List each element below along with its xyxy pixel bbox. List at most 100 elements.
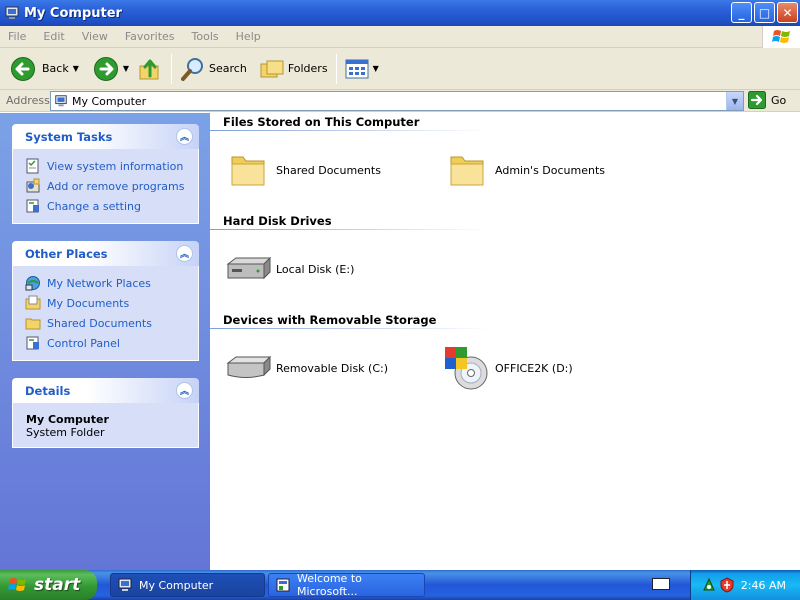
folders-label: Folders xyxy=(287,62,328,75)
task-label: View system information xyxy=(47,159,184,173)
menu-tools[interactable]: Tools xyxy=(184,30,228,43)
details-panel: Details ︽ My Computer System Folder xyxy=(12,378,199,448)
drive-local-disk-e[interactable]: Local Disk (E:) xyxy=(224,247,354,291)
views-button[interactable]: ▼ xyxy=(341,51,383,87)
system-tasks-title: System Tasks xyxy=(25,129,113,144)
network-places-icon xyxy=(25,276,40,291)
system-information-icon xyxy=(26,158,39,174)
keyboard-icon[interactable] xyxy=(652,578,670,590)
add-remove-programs-icon xyxy=(26,178,40,193)
system-tasks-panel: System Tasks ︽ View system information A… xyxy=(12,124,199,224)
shared-folder-icon xyxy=(25,318,41,330)
taskbar-button-label: My Computer xyxy=(139,578,214,592)
menu-view[interactable]: View xyxy=(74,30,117,43)
task-view-system-information[interactable]: View system information xyxy=(25,156,198,176)
search-label: Search xyxy=(209,62,247,75)
place-label: My Documents xyxy=(47,296,130,310)
folder-admins-documents[interactable]: Admin's Documents xyxy=(443,148,605,192)
search-button[interactable]: Search xyxy=(176,51,251,87)
place-my-network-places[interactable]: My Network Places xyxy=(25,273,198,293)
group-divider xyxy=(210,229,490,230)
back-arrow-icon xyxy=(11,56,35,81)
address-label: Address xyxy=(6,94,50,107)
windows-logo-icon xyxy=(762,26,800,48)
taskbar-button-label: Welcome to Microsoft... xyxy=(297,572,362,598)
network-icon[interactable] xyxy=(701,577,717,593)
details-header[interactable]: Details ︽ xyxy=(12,378,199,403)
maximize-button[interactable]: □ xyxy=(754,2,775,23)
collapse-icon[interactable]: ︽ xyxy=(176,245,193,262)
go-button[interactable]: Go xyxy=(748,91,786,109)
other-places-header[interactable]: Other Places ︽ xyxy=(12,241,199,266)
task-pane: System Tasks ︽ View system information A… xyxy=(0,113,210,570)
system-tasks-header[interactable]: System Tasks ︽ xyxy=(12,124,199,149)
folders-button[interactable]: Folders xyxy=(255,51,332,87)
address-field[interactable]: My Computer ▼ xyxy=(50,91,744,111)
back-dropdown-icon[interactable]: ▼ xyxy=(73,64,79,73)
address-value: My Computer xyxy=(72,94,147,108)
details-title: Details xyxy=(25,383,71,398)
minimize-button[interactable]: _ xyxy=(731,2,752,23)
clock[interactable]: 2:46 AM xyxy=(741,579,786,592)
content-pane: Files Stored on This Computer Shared Doc… xyxy=(210,113,800,570)
control-panel-icon xyxy=(26,336,39,350)
security-shield-icon[interactable] xyxy=(719,577,735,593)
windows-logo-icon xyxy=(8,578,26,591)
toolbar-separator xyxy=(171,53,173,84)
views-dropdown-icon[interactable]: ▼ xyxy=(373,64,379,73)
group-divider xyxy=(210,130,490,131)
control-panel-icon xyxy=(26,199,39,213)
drive-removable-disk-c[interactable]: Removable Disk (C:) xyxy=(224,346,388,390)
system-tray: 2:46 AM xyxy=(690,570,800,600)
menu-help[interactable]: Help xyxy=(228,30,270,43)
my-documents-icon xyxy=(25,295,41,310)
task-label: Change a setting xyxy=(47,199,141,213)
taskbar-button-welcome[interactable]: Welcome to Microsoft... xyxy=(268,572,425,598)
item-label: Local Disk (E:) xyxy=(276,262,355,276)
task-add-remove-programs[interactable]: Add or remove programs xyxy=(25,176,198,196)
my-computer-icon xyxy=(5,6,19,19)
start-button[interactable]: start xyxy=(0,570,97,600)
up-folder-icon xyxy=(139,59,159,79)
toolbar: Back ▼ ▼ Search Folders ▼ xyxy=(0,48,800,90)
item-label: Removable Disk (C:) xyxy=(276,361,389,375)
folders-icon xyxy=(260,60,284,77)
collapse-icon[interactable]: ︽ xyxy=(176,382,193,399)
item-label: OFFICE2K (D:) xyxy=(495,361,573,375)
folder-icon xyxy=(450,156,484,186)
hard-disk-icon xyxy=(226,256,272,280)
start-label: start xyxy=(34,575,81,595)
other-places-panel: Other Places ︽ My Network Places My Docu… xyxy=(12,241,199,361)
task-label: Add or remove programs xyxy=(47,179,185,193)
taskbar-button-my-computer[interactable]: My Computer xyxy=(110,573,265,597)
back-label: Back xyxy=(42,62,69,75)
menu-file[interactable]: File xyxy=(0,30,35,43)
group-header-files: Files Stored on This Computer xyxy=(223,115,420,129)
place-my-documents[interactable]: My Documents xyxy=(25,293,198,313)
collapse-icon[interactable]: ︽ xyxy=(176,128,193,145)
group-header-hard-disks: Hard Disk Drives xyxy=(223,214,332,228)
go-arrow-icon xyxy=(748,91,766,109)
forward-arrow-icon xyxy=(93,56,118,81)
close-button[interactable]: ✕ xyxy=(777,2,798,23)
title-bar[interactable]: My Computer _ □ ✕ xyxy=(0,0,800,26)
place-shared-documents[interactable]: Shared Documents xyxy=(25,313,198,333)
address-bar: Address My Computer ▼ Go xyxy=(0,90,800,112)
forward-dropdown-icon[interactable]: ▼ xyxy=(123,64,129,73)
folder-shared-documents[interactable]: Shared Documents xyxy=(224,148,381,192)
forward-button[interactable]: ▼ xyxy=(89,51,133,87)
place-control-panel[interactable]: Control Panel xyxy=(25,333,198,353)
back-button[interactable]: Back ▼ xyxy=(6,51,83,87)
go-label: Go xyxy=(771,93,787,107)
group-header-removable: Devices with Removable Storage xyxy=(223,313,437,327)
up-button[interactable] xyxy=(133,51,167,87)
menu-bar: File Edit View Favorites Tools Help xyxy=(0,26,800,48)
task-change-a-setting[interactable]: Change a setting xyxy=(25,196,198,216)
group-divider xyxy=(210,328,490,329)
my-computer-icon xyxy=(118,578,132,591)
address-dropdown-icon[interactable]: ▼ xyxy=(726,92,743,110)
menu-edit[interactable]: Edit xyxy=(35,30,73,43)
drive-office2k-d[interactable]: OFFICE2K (D:) xyxy=(443,346,573,390)
taskbar: start My Computer Welcome to Microsoft..… xyxy=(0,570,800,600)
menu-favorites[interactable]: Favorites xyxy=(117,30,184,43)
